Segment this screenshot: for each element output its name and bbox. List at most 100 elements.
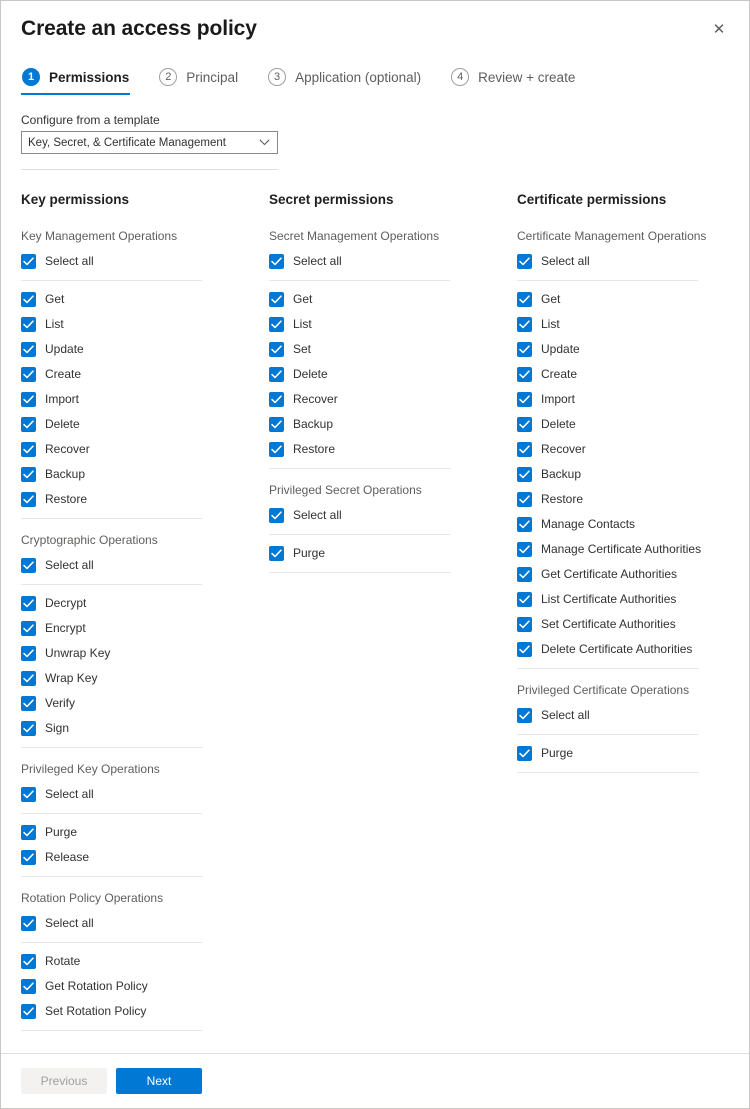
checkbox-checked-icon[interactable] [21,621,36,636]
checkbox-row-select-all[interactable]: Select all [21,249,257,274]
checkbox-checked-icon[interactable] [517,617,532,632]
tab-principal[interactable]: 2 Principal [158,65,239,95]
checkbox-row[interactable]: Import [517,387,749,412]
checkbox-row[interactable]: Purge [21,820,257,845]
checkbox-checked-icon[interactable] [21,916,36,931]
checkbox-checked-icon[interactable] [21,392,36,407]
checkbox-checked-icon[interactable] [21,317,36,332]
checkbox-checked-icon[interactable] [21,417,36,432]
tab-review-create[interactable]: 4 Review + create [450,65,576,95]
checkbox-row[interactable]: Manage Certificate Authorities [517,537,749,562]
checkbox-checked-icon[interactable] [517,392,532,407]
checkbox-row[interactable]: Restore [269,437,505,462]
checkbox-row-select-all[interactable]: Select all [269,503,505,528]
tab-application[interactable]: 3 Application (optional) [267,65,422,95]
checkbox-row[interactable]: Unwrap Key [21,641,257,666]
checkbox-checked-icon[interactable] [21,367,36,382]
checkbox-row[interactable]: Import [21,387,257,412]
checkbox-row-select-all[interactable]: Select all [517,703,749,728]
checkbox-row[interactable]: Create [21,362,257,387]
checkbox-row[interactable]: Delete [21,412,257,437]
checkbox-row[interactable]: Sign [21,716,257,741]
checkbox-row[interactable]: Get [21,287,257,312]
checkbox-row[interactable]: Set [269,337,505,362]
checkbox-row[interactable]: Set Certificate Authorities [517,612,749,637]
checkbox-row[interactable]: Get [269,287,505,312]
checkbox-row[interactable]: Backup [21,462,257,487]
checkbox-checked-icon[interactable] [21,1004,36,1019]
checkbox-checked-icon[interactable] [517,542,532,557]
checkbox-checked-icon[interactable] [21,646,36,661]
checkbox-row-select-all[interactable]: Select all [269,249,505,274]
checkbox-row[interactable]: Get [517,287,749,312]
checkbox-row-select-all[interactable]: Select all [21,782,257,807]
checkbox-checked-icon[interactable] [517,467,532,482]
checkbox-row-select-all[interactable]: Select all [517,249,749,274]
checkbox-checked-icon[interactable] [269,417,284,432]
checkbox-checked-icon[interactable] [21,850,36,865]
checkbox-row[interactable]: Delete [269,362,505,387]
checkbox-row[interactable]: Encrypt [21,616,257,641]
checkbox-checked-icon[interactable] [21,721,36,736]
template-select[interactable]: Key, Secret, & Certificate Management [21,131,278,154]
checkbox-checked-icon[interactable] [21,492,36,507]
checkbox-row[interactable]: List [269,312,505,337]
checkbox-checked-icon[interactable] [517,292,532,307]
checkbox-checked-icon[interactable] [21,671,36,686]
checkbox-checked-icon[interactable] [21,254,36,269]
checkbox-checked-icon[interactable] [269,546,284,561]
checkbox-checked-icon[interactable] [517,367,532,382]
checkbox-row-select-all[interactable]: Select all [21,911,257,936]
checkbox-checked-icon[interactable] [269,342,284,357]
checkbox-checked-icon[interactable] [269,317,284,332]
checkbox-checked-icon[interactable] [517,517,532,532]
previous-button[interactable]: Previous [21,1068,107,1094]
checkbox-row[interactable]: Update [517,337,749,362]
checkbox-checked-icon[interactable] [269,367,284,382]
checkbox-row[interactable]: Recover [21,437,257,462]
checkbox-row[interactable]: Get Rotation Policy [21,974,257,999]
checkbox-row[interactable]: Restore [517,487,749,512]
checkbox-checked-icon[interactable] [517,254,532,269]
checkbox-checked-icon[interactable] [269,292,284,307]
tab-permissions[interactable]: 1 Permissions [21,65,131,95]
checkbox-checked-icon[interactable] [517,567,532,582]
checkbox-checked-icon[interactable] [269,508,284,523]
checkbox-checked-icon[interactable] [21,954,36,969]
close-icon[interactable]: ✕ [703,13,735,45]
checkbox-checked-icon[interactable] [269,442,284,457]
checkbox-checked-icon[interactable] [517,746,532,761]
checkbox-checked-icon[interactable] [21,342,36,357]
checkbox-row[interactable]: Get Certificate Authorities [517,562,749,587]
checkbox-row[interactable]: Manage Contacts [517,512,749,537]
checkbox-row[interactable]: List [517,312,749,337]
checkbox-row[interactable]: Release [21,845,257,870]
checkbox-checked-icon[interactable] [517,342,532,357]
checkbox-checked-icon[interactable] [21,442,36,457]
checkbox-checked-icon[interactable] [517,417,532,432]
checkbox-row[interactable]: Delete [517,412,749,437]
checkbox-checked-icon[interactable] [517,317,532,332]
checkbox-row-select-all[interactable]: Select all [21,553,257,578]
checkbox-checked-icon[interactable] [21,979,36,994]
checkbox-checked-icon[interactable] [21,787,36,802]
next-button[interactable]: Next [116,1068,202,1094]
checkbox-row[interactable]: Backup [269,412,505,437]
checkbox-row[interactable]: Set Rotation Policy [21,999,257,1024]
checkbox-checked-icon[interactable] [269,392,284,407]
checkbox-checked-icon[interactable] [517,442,532,457]
checkbox-checked-icon[interactable] [21,825,36,840]
checkbox-row[interactable]: List [21,312,257,337]
checkbox-row[interactable]: Rotate [21,949,257,974]
checkbox-checked-icon[interactable] [21,696,36,711]
checkbox-row[interactable]: Recover [517,437,749,462]
checkbox-checked-icon[interactable] [21,292,36,307]
checkbox-checked-icon[interactable] [517,708,532,723]
checkbox-checked-icon[interactable] [269,254,284,269]
checkbox-row[interactable]: Backup [517,462,749,487]
checkbox-checked-icon[interactable] [517,492,532,507]
checkbox-checked-icon[interactable] [21,467,36,482]
checkbox-row[interactable]: Wrap Key [21,666,257,691]
checkbox-row[interactable]: Decrypt [21,591,257,616]
checkbox-row[interactable]: Purge [269,541,505,566]
